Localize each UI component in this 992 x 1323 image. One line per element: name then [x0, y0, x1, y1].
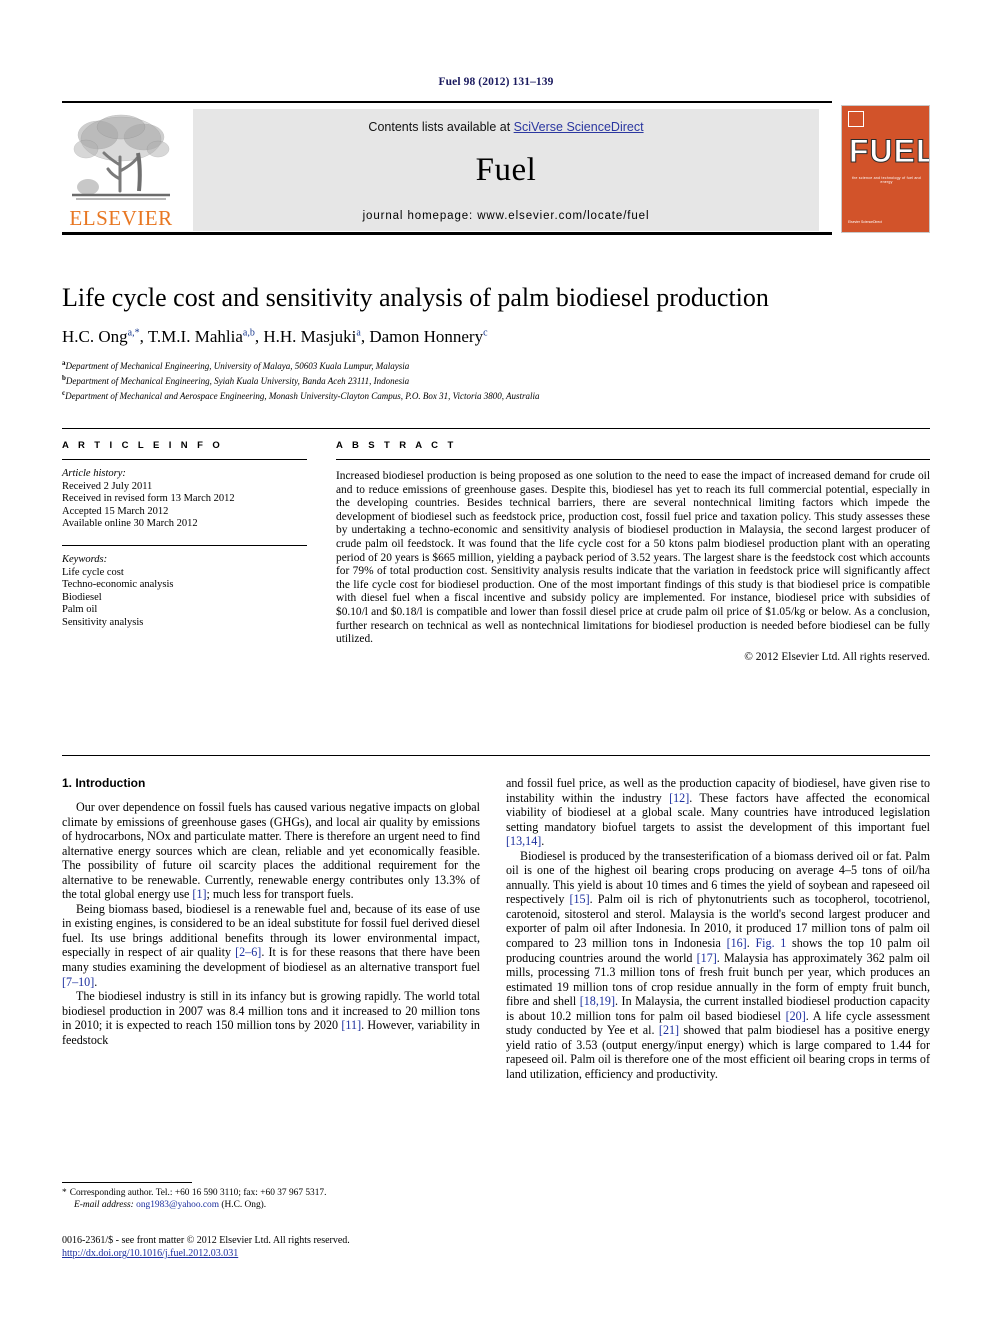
doi-link[interactable]: http://dx.doi.org/10.1016/j.fuel.2012.03…: [62, 1248, 238, 1259]
body-paragraph: Being biomass based, biodiesel is a rene…: [62, 901, 480, 989]
body-column-left: 1. Introduction Our over dependence on f…: [62, 776, 480, 1047]
article-info-rule: [62, 459, 307, 460]
author-name: T.M.I. Mahlia: [147, 327, 243, 346]
keyword-item: Life cycle cost: [62, 566, 124, 578]
history-item: Received 2 July 2011: [62, 480, 153, 492]
abstract-heading: A B S T R A C T: [336, 440, 457, 451]
page-footer: 0016-2361/$ - see front matter © 2012 El…: [62, 1234, 502, 1260]
affiliation-list: aDepartment of Mechanical Engineering, U…: [62, 357, 930, 403]
body-paragraph: and fossil fuel price, as well as the pr…: [506, 776, 930, 849]
section-title-introduction: 1. Introduction: [62, 776, 146, 790]
journal-title: Fuel: [475, 152, 537, 188]
abstract-text: Increased biodiesel production is being …: [336, 470, 930, 646]
elsevier-tree-icon: [72, 114, 170, 200]
running-head: Fuel 98 (2012) 131–139: [438, 76, 554, 88]
keywords-rule: [62, 544, 307, 546]
keyword-item: Biodiesel: [62, 591, 102, 603]
citation-ref[interactable]: [15]: [569, 892, 589, 906]
footnote-line: * Corresponding author. Tel.: +60 16 590 …: [62, 1187, 482, 1199]
citation-ref[interactable]: [12]: [669, 791, 689, 805]
abstract-rule: [336, 459, 930, 460]
author-marks: a,b: [242, 327, 255, 339]
contents-lists-line: Contents lists available at SciVerse Sci…: [193, 109, 819, 134]
affiliation-item: aDepartment of Mechanical Engineering, U…: [62, 357, 930, 372]
citation-ref[interactable]: [11]: [341, 1018, 361, 1032]
body-column-right: and fossil fuel price, as well as the pr…: [506, 776, 930, 1081]
masthead-bottom-rule: [62, 232, 832, 235]
issn-copyright-line: 0016-2361/$ - see front matter © 2012 El…: [62, 1235, 350, 1246]
affiliation-item: cDepartment of Mechanical and Aerospace …: [62, 387, 930, 402]
author-marks: a,*: [127, 327, 140, 339]
author: Damon Honneryc: [369, 327, 487, 346]
keywords-group: Keywords: Life cycle cost Techno-economi…: [62, 554, 307, 630]
citation-ref[interactable]: [13,14]: [506, 834, 541, 848]
keywords-label: Keywords:: [62, 553, 108, 565]
email-owner: (H.C. Ong).: [221, 1200, 267, 1211]
keyword-item: Sensitivity analysis: [62, 616, 144, 628]
paper-page: Fuel 98 (2012) 131–139 ELSEVIER Contents…: [0, 0, 992, 1323]
body-paragraph: The biodiesel industry is still in its i…: [62, 989, 480, 1047]
journal-homepage-line[interactable]: journal homepage: www.elsevier.com/locat…: [193, 210, 819, 222]
cover-footer: Elsevier ScienceDirect: [848, 220, 882, 224]
citation-ref[interactable]: [2–6]: [235, 945, 261, 959]
article-info-column: A R T I C L E I N F O Article history: R…: [62, 440, 307, 630]
author-name: H.C. Ong: [62, 327, 128, 346]
cover-subtitle: the science and technology of fuel and e…: [852, 176, 921, 184]
body-paragraph: Biodiesel is produced by the transesteri…: [506, 848, 931, 1081]
author: H.C. Onga,*: [62, 327, 140, 346]
author-marks: c: [483, 327, 488, 339]
author-sep: ,: [139, 327, 148, 346]
title-block: Life cycle cost and sensitivity analysis…: [62, 283, 930, 403]
affiliation-text: Department of Mechanical Engineering, Un…: [65, 361, 410, 371]
masthead-top-rule: [62, 101, 832, 103]
info-band-top-rule: [62, 428, 930, 429]
journal-cover-thumbnail: FUEL the science and technology of fuel …: [841, 105, 930, 233]
journal-info-box: Contents lists available at SciVerse Sci…: [193, 109, 819, 231]
author: T.M.I. Mahliaa,b: [148, 327, 255, 346]
affiliation-text: Department of Mechanical and Aerospace E…: [65, 391, 540, 402]
journal-masthead: ELSEVIER Contents lists available at Sci…: [62, 101, 930, 235]
article-history-label: Article history:: [62, 468, 126, 479]
abstract-column: A B S T R A C T Increased biodiesel prod…: [336, 440, 930, 663]
body-paragraph: Our over dependence on fossil fuels has …: [62, 800, 480, 902]
citation-ref[interactable]: [1]: [192, 887, 206, 901]
email-link[interactable]: ong1983@yahoo.com: [136, 1200, 219, 1210]
affiliation-text: Department of Mechanical Engineering, Sy…: [65, 376, 410, 387]
citation-ref[interactable]: [20]: [786, 1009, 806, 1023]
citation-ref[interactable]: [21]: [659, 1023, 679, 1037]
history-item: Available online 30 March 2012: [62, 518, 198, 530]
article-info-heading: A R T I C L E I N F O: [62, 440, 224, 451]
article-history-group: Article history: Received 2 July 2011 Re…: [62, 468, 307, 531]
history-item: Accepted 15 March 2012: [62, 505, 169, 517]
keyword-item: Techno-economic analysis: [62, 579, 174, 591]
author-name: H.H. Masjuki: [263, 327, 357, 346]
author-name: Damon Honnery: [369, 327, 484, 346]
abstract-copyright: © 2012 Elsevier Ltd. All rights reserved…: [744, 650, 930, 663]
corresponding-author-footnote: * Corresponding author. Tel.: +60 16 590 …: [62, 1187, 482, 1211]
footnote-marker: *: [62, 1188, 67, 1198]
affiliation-item: bDepartment of Mechanical Engineering, S…: [62, 372, 930, 387]
elsevier-wordmark: ELSEVIER: [69, 206, 173, 230]
contents-prefix: Contents lists available at: [368, 120, 514, 134]
citation-ref[interactable]: [7–10]: [62, 975, 94, 989]
footnote-corresponding-text: Corresponding author. Tel.: +60 16 590 3…: [69, 1188, 327, 1198]
history-item: Received in revised form 13 March 2012: [62, 493, 235, 505]
author: H.H. Masjukia: [263, 327, 360, 346]
author-list: H.C. Onga,*, T.M.I. Mahliaa,b, H.H. Masj…: [62, 327, 930, 347]
citation-ref[interactable]: [17]: [697, 951, 717, 965]
footnote-email-line: E-mail address: ong1983@yahoo.com (H.C. …: [62, 1199, 482, 1211]
citation-ref[interactable]: [16]: [727, 936, 747, 950]
cover-elsevier-mark-icon: [848, 111, 864, 127]
info-band-bottom-rule: [62, 755, 930, 756]
elsevier-logo: ELSEVIER: [62, 109, 180, 235]
email-label: E-mail address:: [74, 1200, 134, 1211]
cover-title: FUEL: [849, 133, 930, 169]
sciencedirect-link[interactable]: SciVerse ScienceDirect: [514, 120, 644, 134]
figure-ref[interactable]: Fig. 1: [755, 936, 786, 950]
keyword-item: Palm oil: [62, 604, 98, 616]
footnote-rule: [62, 1182, 192, 1183]
page-title: Life cycle cost and sensitivity analysis…: [62, 283, 769, 312]
citation-ref[interactable]: [18,19]: [580, 994, 615, 1008]
